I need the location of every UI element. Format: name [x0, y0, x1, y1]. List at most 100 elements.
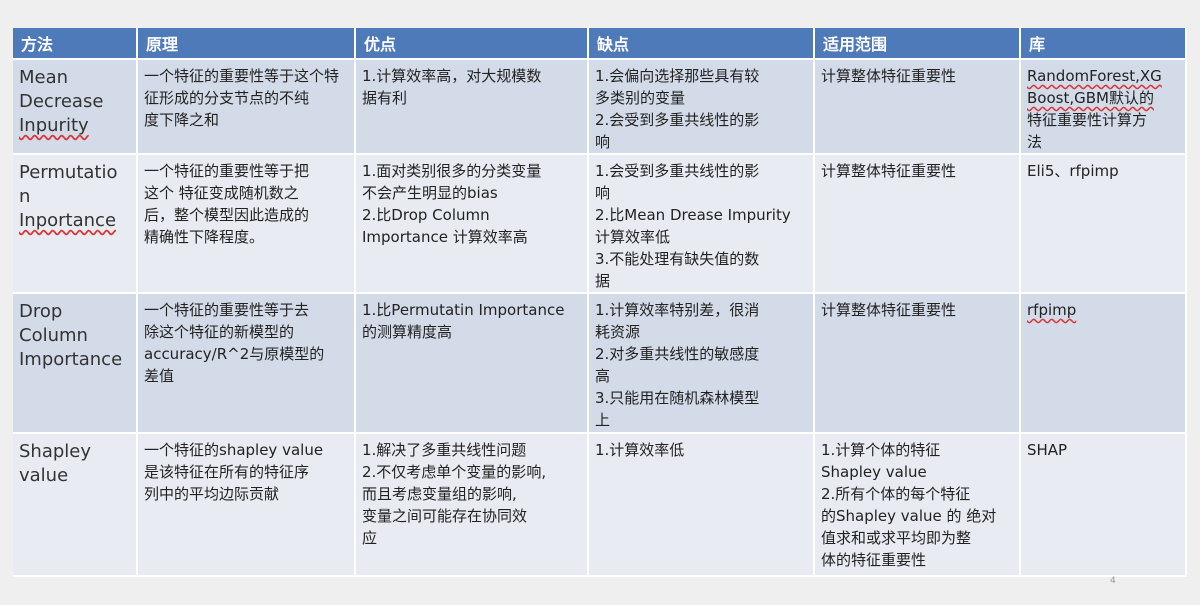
cell-line: Decrease	[19, 91, 104, 112]
cell-line: Column	[19, 325, 88, 346]
header-pros: 优点	[355, 28, 589, 60]
cell-line: 2.所有个体的每个特征	[821, 485, 971, 503]
scope-cell: 计算整体特征重要性	[814, 293, 1021, 434]
cell-line: 差值	[144, 367, 175, 385]
scope-cell: 1.计算个体的特征 Shapley value 2.所有个体的每个特征 的Sha…	[814, 433, 1021, 577]
cons-cell: 1.会受到多重共线性的影 响 2.比Mean Drease Impurity 计…	[588, 154, 815, 294]
cell-line: RandomForest,XG	[1027, 67, 1162, 85]
cell-line: 1.计算效率高，对大规模数	[362, 67, 542, 85]
cell-line: 响	[595, 133, 611, 151]
cell-line: 1.计算效率特别差，很消	[595, 301, 760, 319]
cell-line: 变量之间可能存在协同效	[362, 507, 528, 525]
cell-line: Drop	[19, 301, 63, 322]
cons-cell: 1.会偏向选择那些具有较 多类别的变量 2.会受到多重共线性的影 响	[588, 59, 815, 155]
cell-line: Importance 计算效率高	[362, 228, 528, 246]
cell-line: 据	[595, 272, 611, 290]
cell-line: 一个特征的重要性等于这个特	[144, 67, 340, 85]
cell-line: 多类别的变量	[595, 89, 686, 107]
cell-line: 应	[362, 529, 378, 547]
cell-line: 2.对多重共线性的敏感度	[595, 345, 760, 363]
method-cell: Shapley value	[13, 433, 138, 577]
cell-line: Shapley	[19, 441, 92, 462]
scope-cell: 计算整体特征重要性	[814, 59, 1021, 155]
cell-line: 一个特征的shapley value	[144, 441, 324, 459]
cell-line: 精确性下降程度。	[144, 228, 265, 246]
library-cell: Eli5、rfpimp	[1020, 154, 1187, 294]
header-method: 方法	[13, 28, 138, 60]
cell-line: Importance	[19, 349, 123, 370]
header-row: 方法 原理 优点 缺点 适用范围 库	[13, 28, 1187, 60]
cell-line: 列中的平均边际贡献	[144, 485, 280, 503]
cell-line: 一个特征的重要性等于去	[144, 301, 310, 319]
cell-line: 2.不仅考虑单个变量的影响,	[362, 463, 547, 481]
cell-line: 1.比Permutatin Importance	[362, 301, 565, 319]
cell-line: 1.会受到多重共线性的影	[595, 162, 760, 180]
cell-line: 而且考虑变量组的影响,	[362, 485, 517, 503]
cell-line: 的Shapley value 的 绝对	[821, 507, 997, 525]
cell-line: 度下降之和	[144, 111, 220, 129]
cons-cell: 1.计算效率低	[588, 433, 815, 577]
cell-line: accuracy/R^2与原模型的	[144, 345, 325, 363]
table-row: Permutatio n Inportance 一个特征的重要性等于把 这个 特…	[13, 154, 1187, 294]
library-cell: SHAP	[1020, 433, 1187, 577]
cell-line: 不会产生明显的bias	[362, 184, 498, 202]
cell-line: Permutatio	[19, 162, 118, 183]
cell-line: 特征重要性计算方	[1027, 111, 1148, 129]
cell-line: Shapley value	[821, 463, 927, 481]
cell-line: SHAP	[1027, 441, 1068, 459]
cell-line: 除这个特征的新模型的	[144, 323, 295, 341]
feature-importance-table: 方法 原理 优点 缺点 适用范围 库 Mean Decrease Inpurit…	[13, 28, 1187, 577]
page-number: 4	[1110, 576, 1116, 586]
cell-line: 值求和或求平均即为整	[821, 529, 972, 547]
cell-line: 一个特征的重要性等于把	[144, 162, 310, 180]
cell-line: 1.会偏向选择那些具有较	[595, 67, 760, 85]
cell-line: 是该特征在所有的特征序	[144, 463, 310, 481]
method-cell: Mean Decrease Inpurity	[13, 59, 138, 155]
table-row: Drop Column Importance 一个特征的重要性等于去 除这个特征…	[13, 293, 1187, 434]
cell-line: 1.解决了多重共线性问题	[362, 441, 527, 459]
cell-line: 据有利	[362, 89, 408, 107]
cell-line: Inpurity	[19, 115, 89, 136]
header-library: 库	[1020, 28, 1187, 60]
cell-line: value	[19, 465, 69, 486]
cell-line: 计算效率低	[595, 228, 671, 246]
cell-line: 征形成的分支节点的不纯	[144, 89, 310, 107]
cell-line: 2.比Mean Drease Impurity	[595, 206, 791, 224]
cell-line: 后，整个模型因此造成的	[144, 206, 310, 224]
header-cons: 缺点	[588, 28, 815, 60]
cell-line: 3.不能处理有缺失值的数	[595, 250, 760, 268]
cell-line: 这个 特征变成随机数之	[144, 184, 299, 202]
cell-line: 2.会受到多重共线性的影	[595, 111, 760, 129]
method-cell: Permutatio n Inportance	[13, 154, 138, 294]
cell-line: 耗资源	[595, 323, 641, 341]
slide: 方法 原理 优点 缺点 适用范围 库 Mean Decrease Inpurit…	[0, 0, 1200, 605]
cell-line: 2.比Drop Column	[362, 206, 490, 224]
cell-line: Eli5、rfpimp	[1027, 162, 1119, 180]
cell-line: 计算整体特征重要性	[821, 67, 957, 85]
cell-line: 法	[1027, 133, 1043, 151]
principle-cell: 一个特征的shapley value 是该特征在所有的特征序 列中的平均边际贡献	[137, 433, 356, 577]
cell-line: 3.只能用在随机森林模型	[595, 389, 760, 407]
cell-line: 高	[595, 367, 611, 385]
cell-line: 1.计算效率低	[595, 441, 685, 459]
cell-line: Boost,GBM默认的	[1027, 89, 1154, 107]
cell-line: 的测算精度高	[362, 323, 453, 341]
table-row: Mean Decrease Inpurity 一个特征的重要性等于这个特 征形成…	[13, 59, 1187, 155]
library-cell: RandomForest,XG Boost,GBM默认的 特征重要性计算方 法	[1020, 59, 1187, 155]
header-principle: 原理	[137, 28, 356, 60]
header-scope: 适用范围	[814, 28, 1021, 60]
pros-cell: 1.面对类别很多的分类变量 不会产生明显的bias 2.比Drop Column…	[355, 154, 589, 294]
pros-cell: 1.解决了多重共线性问题 2.不仅考虑单个变量的影响, 而且考虑变量组的影响, …	[355, 433, 589, 577]
cell-line: 计算整体特征重要性	[821, 301, 957, 319]
cell-line: 1.计算个体的特征	[821, 441, 941, 459]
scope-cell: 计算整体特征重要性	[814, 154, 1021, 294]
cell-line: 上	[595, 411, 611, 429]
cell-line: 体的特征重要性	[821, 551, 927, 569]
cell-line: Mean	[19, 67, 69, 88]
cell-line: 1.面对类别很多的分类变量	[362, 162, 542, 180]
principle-cell: 一个特征的重要性等于这个特 征形成的分支节点的不纯 度下降之和	[137, 59, 356, 155]
pros-cell: 1.计算效率高，对大规模数 据有利	[355, 59, 589, 155]
cell-line: 计算整体特征重要性	[821, 162, 957, 180]
cell-line: n	[19, 186, 31, 207]
principle-cell: 一个特征的重要性等于把 这个 特征变成随机数之 后，整个模型因此造成的 精确性下…	[137, 154, 356, 294]
